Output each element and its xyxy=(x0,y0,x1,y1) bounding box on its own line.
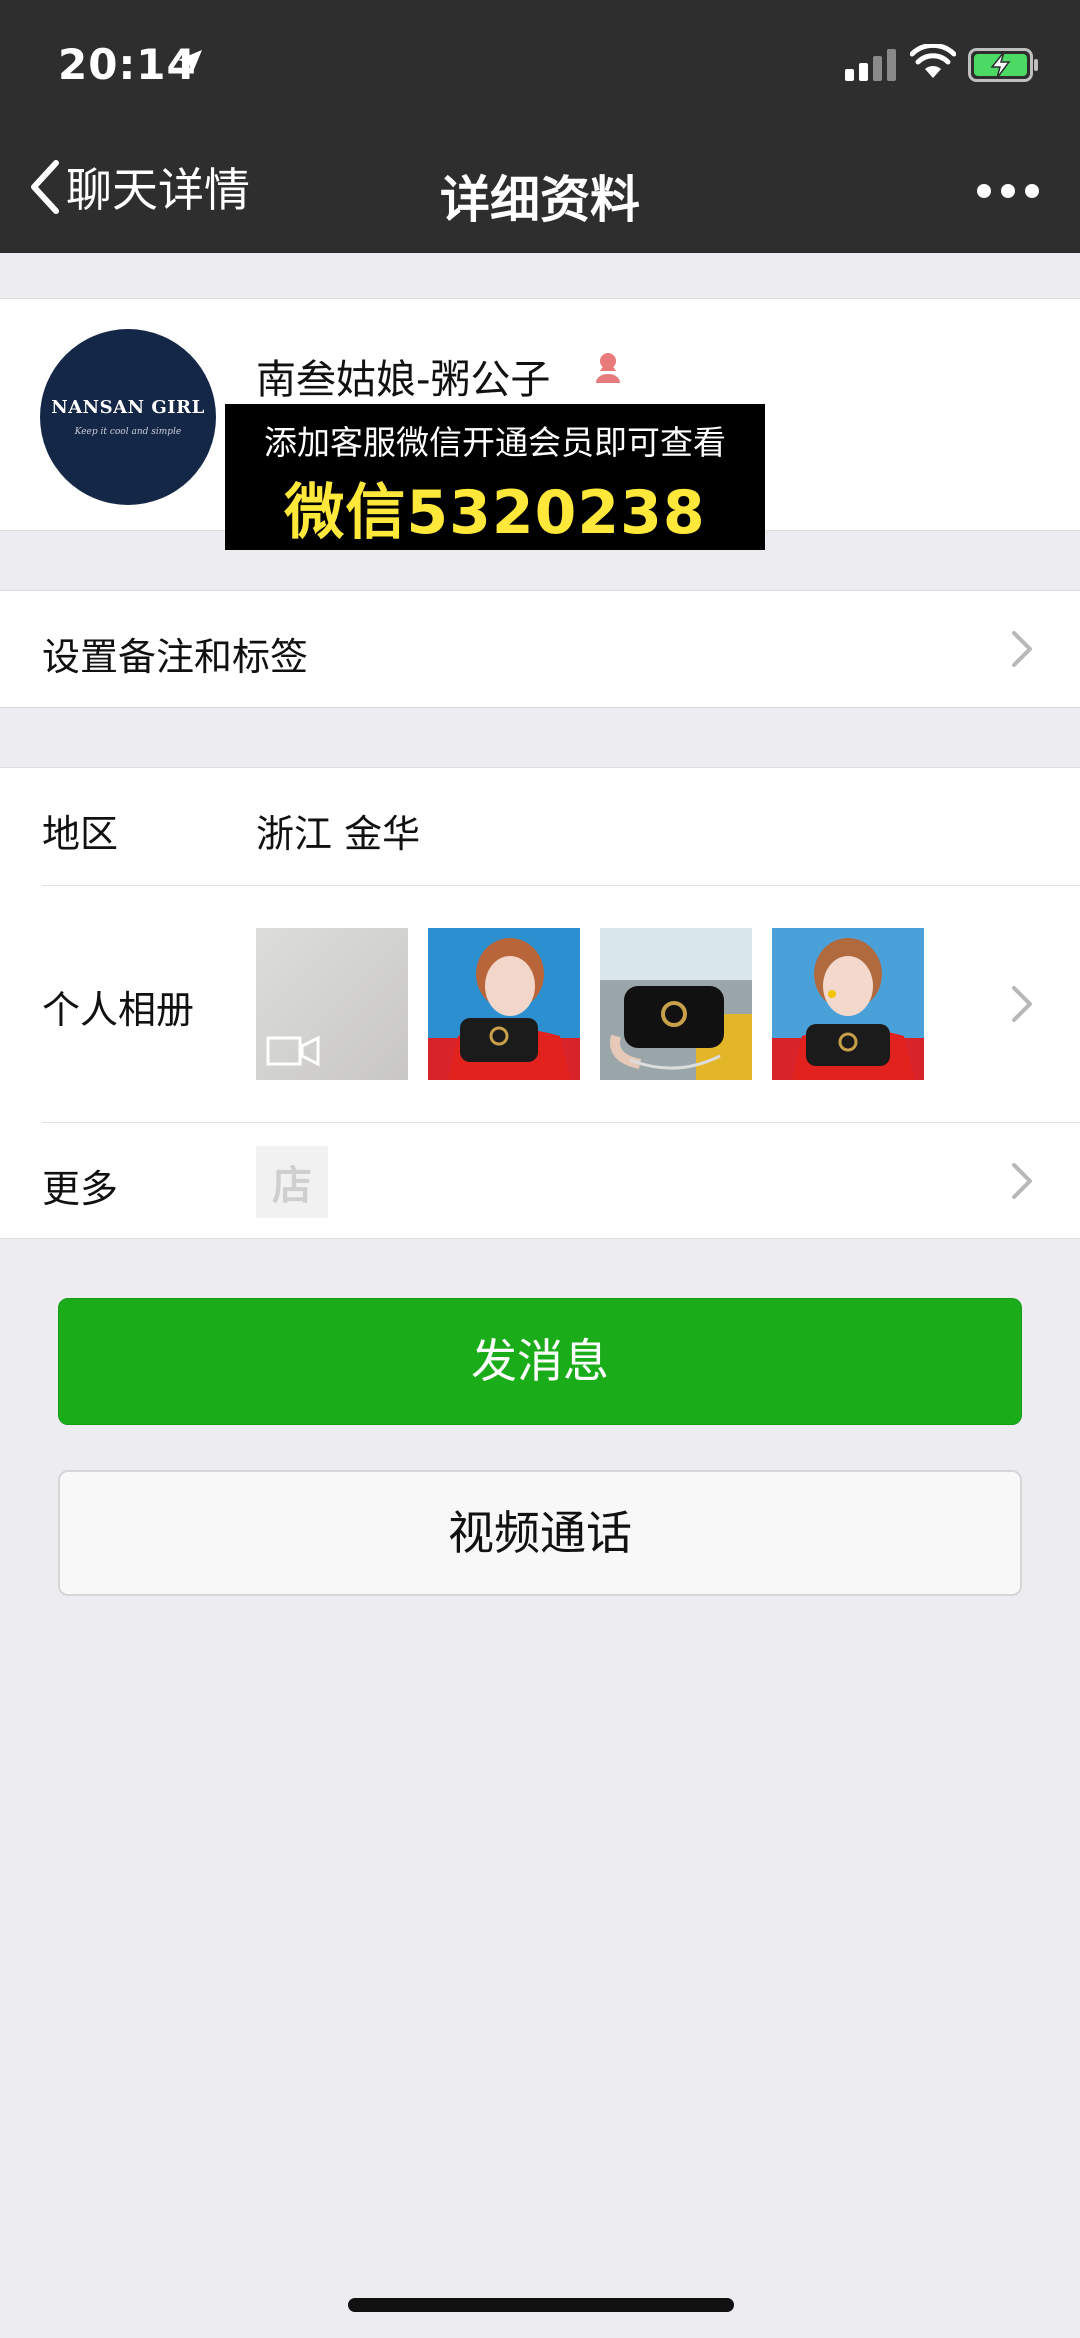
avatar-brand: NANSAN GIRL xyxy=(51,397,205,418)
signal-icon xyxy=(845,49,896,81)
promo-line1: 添加客服微信开通会员即可查看 xyxy=(264,423,726,462)
female-icon xyxy=(596,353,620,383)
remark-row[interactable]: 设置备注和标签 xyxy=(0,590,1080,708)
nickname: 南叁姑娘-粥公子 xyxy=(256,357,551,403)
info-card: 地区 浙江 金华 个人相册 更多 店 xyxy=(0,767,1080,1239)
album-thumb-photo[interactable] xyxy=(600,928,752,1080)
nav-bar: 聊天详情 详细资料 xyxy=(0,105,1080,253)
page-title: 详细资料 xyxy=(440,171,640,229)
ellipsis-icon[interactable] xyxy=(976,183,1040,199)
home-indicator[interactable] xyxy=(348,2298,734,2312)
chevron-right-icon xyxy=(1012,1163,1032,1199)
promo-overlay: 添加客服微信开通会员即可查看 微信5320238 xyxy=(225,404,765,550)
video-thumb-image xyxy=(256,928,408,1080)
album-label: 个人相册 xyxy=(42,988,195,1032)
more-row[interactable]: 更多 xyxy=(0,1123,1080,1240)
video-call-button[interactable]: 视频通话 xyxy=(58,1470,1022,1596)
battery-charging-icon xyxy=(968,48,1038,82)
avatar[interactable]: NANSAN GIRL Keep it cool and simple xyxy=(40,329,216,505)
avatar-slogan: Keep it cool and simple xyxy=(74,427,182,437)
location-arrow-icon xyxy=(178,50,202,74)
profile-card: NANSAN GIRL Keep it cool and simple 南叁姑娘… xyxy=(0,298,1080,550)
photo-image xyxy=(428,928,580,1080)
album-thumb-video[interactable] xyxy=(256,928,408,1080)
photo-image xyxy=(600,928,752,1080)
send-message-button[interactable]: 发消息 xyxy=(58,1298,1022,1425)
album-thumb-photo[interactable] xyxy=(428,928,580,1080)
album-thumb-photo[interactable] xyxy=(772,928,924,1080)
more-label: 更多 xyxy=(42,1167,119,1211)
status-bar: 20:14 xyxy=(0,0,1080,105)
chevron-right-icon xyxy=(1012,631,1032,667)
wifi-icon xyxy=(910,44,956,78)
region-label: 地区 xyxy=(42,812,119,856)
remark-label: 设置备注和标签 xyxy=(42,635,309,679)
promo-line2: 微信5320238 xyxy=(284,478,706,548)
photo-image xyxy=(772,928,924,1080)
region-value: 浙江 金华 xyxy=(256,812,421,856)
shop-icon: 店 xyxy=(256,1146,328,1218)
chevron-right-icon xyxy=(1012,986,1032,1022)
